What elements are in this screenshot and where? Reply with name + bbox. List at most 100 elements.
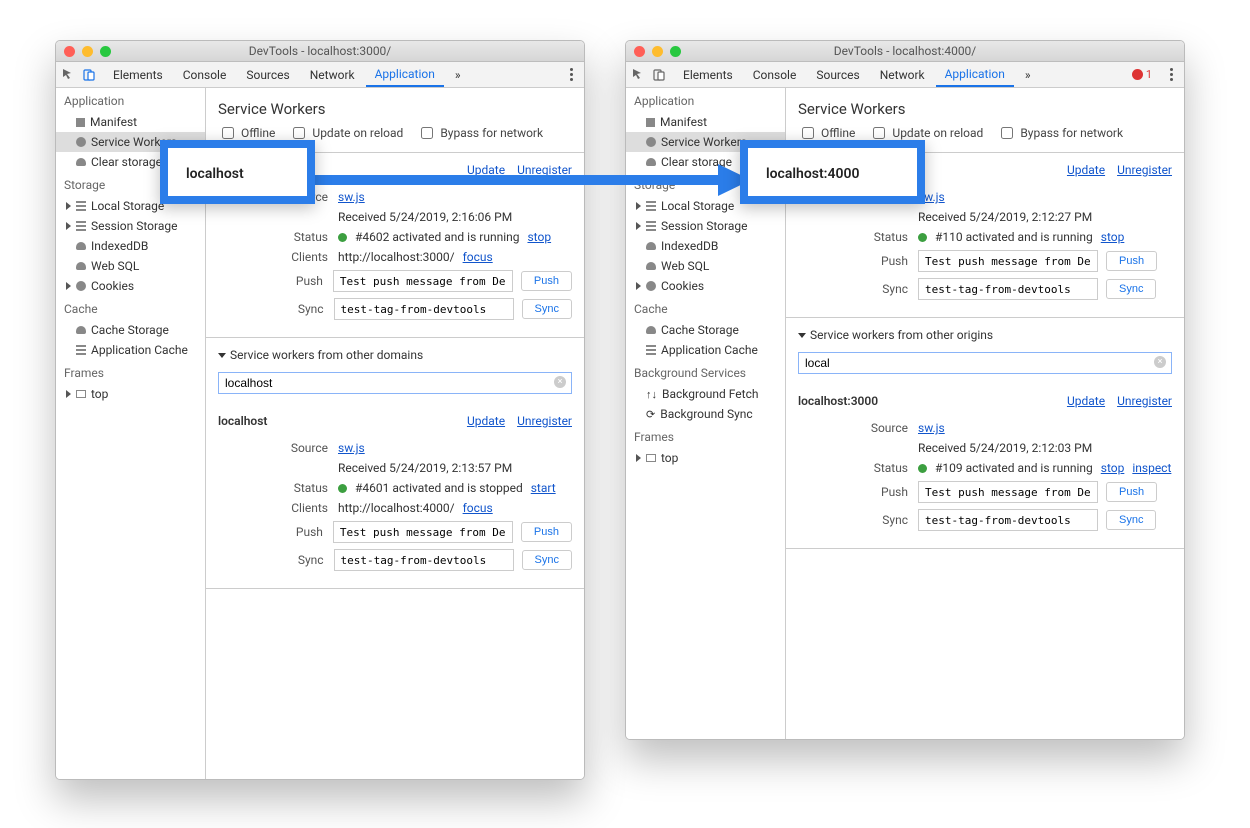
push-button[interactable]: Push: [521, 522, 572, 542]
sidebar-item-indexeddb[interactable]: IndexedDB: [56, 236, 205, 256]
push-label: Push: [218, 274, 323, 288]
titlebar: DevTools - localhost:3000/: [56, 41, 584, 62]
sidebar-item-cookies[interactable]: Cookies: [56, 276, 205, 296]
tab-bar: Elements Console Sources Network Applica…: [626, 62, 1184, 88]
sidebar-item-indexeddb[interactable]: IndexedDB: [626, 236, 785, 256]
status-dot-icon: [338, 233, 347, 242]
sync-button[interactable]: Sync: [522, 299, 572, 319]
sync-button[interactable]: Sync: [522, 550, 572, 570]
filter-input[interactable]: [218, 372, 572, 394]
panel-heading: Service Workers: [786, 88, 1184, 124]
sidebar-hdr-application: Application: [56, 88, 205, 112]
update-link[interactable]: Update: [467, 414, 505, 428]
source-link[interactable]: sw.js: [918, 421, 945, 435]
device-icon[interactable]: [652, 68, 666, 82]
push-input[interactable]: [918, 250, 1098, 272]
highlight-right: localhost:4000: [740, 140, 925, 204]
sidebar-item-bg-sync[interactable]: ⟳Background Sync: [626, 404, 785, 424]
menu-icon[interactable]: [1164, 68, 1178, 81]
push-input[interactable]: [918, 481, 1098, 503]
tab-bar: Elements Console Sources Network Applica…: [56, 62, 584, 88]
push-input[interactable]: [333, 270, 513, 292]
tab-overflow[interactable]: »: [446, 63, 470, 87]
other-origins-header[interactable]: Service workers from other origins: [786, 318, 1184, 348]
sidebar-item-top[interactable]: top: [626, 448, 785, 468]
filter-input[interactable]: [798, 352, 1172, 374]
sidebar-item-manifest[interactable]: Manifest: [626, 112, 785, 132]
error-icon: [1132, 69, 1143, 80]
tab-overflow[interactable]: »: [1016, 63, 1040, 87]
inspect-icon[interactable]: [62, 68, 76, 82]
clients-text: http://localhost:3000/: [338, 250, 455, 264]
arrow-icon: [313, 160, 753, 200]
update-link[interactable]: Update: [1067, 163, 1105, 177]
status-dot-icon: [918, 464, 927, 473]
titlebar: DevTools - localhost:4000/: [626, 41, 1184, 62]
stop-link[interactable]: stop: [527, 230, 551, 244]
opt-bypass[interactable]: Bypass for network: [417, 124, 543, 142]
device-icon[interactable]: [82, 68, 96, 82]
sync-input[interactable]: [918, 278, 1098, 300]
push-input[interactable]: [333, 521, 513, 543]
tab-sources[interactable]: Sources: [807, 63, 868, 87]
tab-network[interactable]: Network: [301, 63, 364, 87]
sidebar-item-websql[interactable]: Web SQL: [626, 256, 785, 276]
tab-elements[interactable]: Elements: [674, 63, 742, 87]
inspect-icon[interactable]: [632, 68, 646, 82]
tab-application[interactable]: Application: [366, 62, 444, 87]
tab-sources[interactable]: Sources: [237, 63, 298, 87]
sidebar-item-session-storage[interactable]: Session Storage: [626, 216, 785, 236]
sidebar-item-top[interactable]: top: [56, 384, 205, 404]
focus-link[interactable]: focus: [463, 501, 493, 515]
status-label: Status: [218, 230, 328, 244]
sidebar-item-cache-storage[interactable]: Cache Storage: [626, 320, 785, 340]
sync-input[interactable]: [334, 298, 514, 320]
sidebar-item-manifest[interactable]: Manifest: [56, 112, 205, 132]
push-button[interactable]: Push: [521, 271, 572, 291]
unregister-link[interactable]: Unregister: [1117, 394, 1172, 408]
start-link[interactable]: start: [531, 481, 556, 495]
sync-input[interactable]: [918, 509, 1098, 531]
tab-network[interactable]: Network: [871, 63, 934, 87]
push-button[interactable]: Push: [1106, 251, 1157, 271]
status-dot-icon: [918, 233, 927, 242]
unregister-link[interactable]: Unregister: [517, 414, 572, 428]
error-badge[interactable]: 1: [1132, 68, 1152, 81]
window-title: DevTools - localhost:3000/: [56, 44, 584, 58]
tab-application[interactable]: Application: [936, 62, 1014, 87]
sw-card-secondary: localhost Update Unregister Sourcesw.js …: [206, 404, 584, 589]
sync-input[interactable]: [334, 549, 514, 571]
sidebar-item-session-storage[interactable]: Session Storage: [56, 216, 205, 236]
tab-console[interactable]: Console: [744, 63, 806, 87]
stop-link[interactable]: stop: [1101, 230, 1125, 244]
sidebar-item-cache-storage[interactable]: Cache Storage: [56, 320, 205, 340]
status-text: #4602 activated and is running: [355, 230, 519, 244]
clear-icon[interactable]: ×: [1154, 356, 1166, 368]
sidebar-item-cookies[interactable]: Cookies: [626, 276, 785, 296]
sync-button[interactable]: Sync: [1106, 510, 1156, 530]
source-link[interactable]: sw.js: [338, 441, 365, 455]
sidebar-item-bg-fetch[interactable]: ↑↓Background Fetch: [626, 384, 785, 404]
sync-button[interactable]: Sync: [1106, 279, 1156, 299]
tab-console[interactable]: Console: [174, 63, 236, 87]
sw-name: localhost:3000: [798, 394, 878, 408]
push-button[interactable]: Push: [1106, 482, 1157, 502]
highlight-left: localhost: [160, 140, 315, 204]
chevron-down-icon: [798, 333, 806, 338]
sw-name: localhost: [218, 414, 267, 428]
sync-label: Sync: [218, 302, 324, 316]
inspect-link[interactable]: inspect: [1132, 461, 1171, 475]
sidebar-item-app-cache[interactable]: Application Cache: [626, 340, 785, 360]
menu-icon[interactable]: [564, 68, 578, 81]
sidebar-item-app-cache[interactable]: Application Cache: [56, 340, 205, 360]
received-text: Received 5/24/2019, 2:16:06 PM: [338, 210, 572, 224]
opt-bypass[interactable]: Bypass for network: [997, 124, 1123, 142]
sidebar-item-websql[interactable]: Web SQL: [56, 256, 205, 276]
stop-link[interactable]: stop: [1101, 461, 1125, 475]
unregister-link[interactable]: Unregister: [1117, 163, 1172, 177]
other-origins-header[interactable]: Service workers from other domains: [206, 338, 584, 368]
update-link[interactable]: Update: [1067, 394, 1105, 408]
clear-icon[interactable]: ×: [554, 376, 566, 388]
tab-elements[interactable]: Elements: [104, 63, 172, 87]
focus-link[interactable]: focus: [463, 250, 493, 264]
